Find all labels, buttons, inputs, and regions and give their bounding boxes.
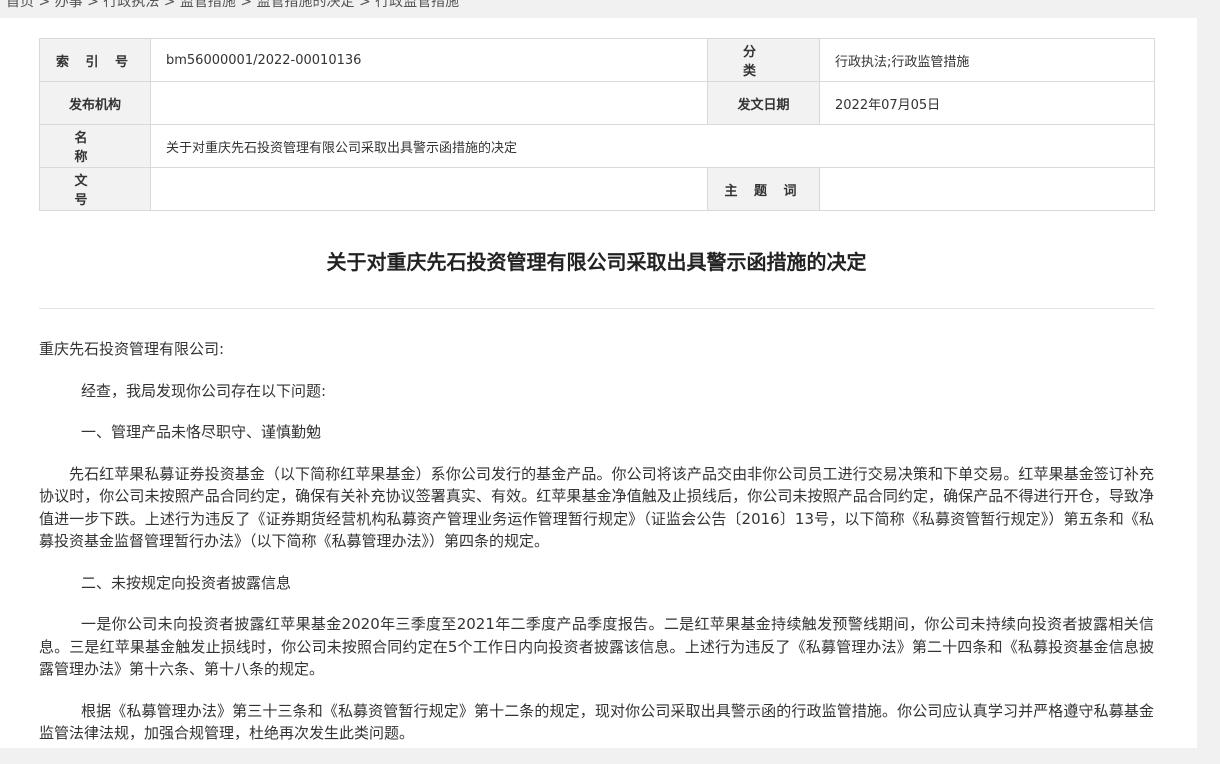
issuer-label: 发布机构 bbox=[39, 81, 151, 125]
section-paragraph-1: 先石红苹果私募证券投资基金（以下简称红苹果基金）系你公司发行的基金产品。你公司将… bbox=[39, 464, 1154, 551]
page-scrollbar[interactable] bbox=[1197, 18, 1220, 748]
issuer-value bbox=[150, 81, 708, 125]
intro-paragraph: 经查，我局发现你公司存在以下问题: bbox=[81, 381, 327, 400]
document-title: 关于对重庆先石投资管理有限公司采取出具警示函措施的决定 bbox=[326, 250, 867, 274]
date-label: 发文日期 bbox=[707, 81, 820, 125]
addressee: 重庆先石投资管理有限公司: bbox=[39, 340, 225, 358]
keywords-value bbox=[819, 167, 1155, 211]
title-divider bbox=[39, 308, 1154, 309]
category-label: 分 类 bbox=[707, 38, 820, 82]
keywords-label: 主 题 词 bbox=[707, 167, 820, 211]
metadata-table: 索 引 号 bm56000001/2022-00010136 分 类 行政执法;… bbox=[39, 38, 1155, 211]
metadata-row: 索 引 号 bm56000001/2022-00010136 分 类 行政执法;… bbox=[39, 38, 1155, 82]
breadcrumb-bar: 首页 > 办事 > 行政执法 > 监管措施 > 监管措施的决定 > 行政监管措施 bbox=[0, 0, 1220, 18]
decision-paragraph: 根据《私募管理办法》第三十三条和《私募资管暂行规定》第十二条的规定，现对你公司采… bbox=[39, 701, 1154, 743]
document-sheet: 索 引 号 bm56000001/2022-00010136 分 类 行政执法;… bbox=[0, 18, 1197, 748]
index-value: bm56000001/2022-00010136 bbox=[150, 38, 708, 82]
breadcrumb[interactable]: 首页 > 办事 > 行政执法 > 监管措施 > 监管措施的决定 > 行政监管措施 bbox=[6, 0, 459, 11]
docno-label: 文 号 bbox=[39, 167, 151, 211]
document-body: 重庆先石投资管理有限公司: 经查，我局发现你公司存在以下问题: 一、管理产品未恪… bbox=[39, 338, 1154, 764]
metadata-row: 发布机构 发文日期 2022年07月05日 bbox=[39, 81, 1155, 125]
metadata-row: 名 称 关于对重庆先石投资管理有限公司采取出具警示函措施的决定 bbox=[39, 124, 1155, 168]
index-label: 索 引 号 bbox=[39, 38, 151, 82]
section-heading-1: 一、管理产品未恪尽职守、谨慎勤勉 bbox=[81, 423, 322, 441]
section-heading-2: 二、未按规定向投资者披露信息 bbox=[81, 573, 292, 592]
category-value: 行政执法;行政监管措施 bbox=[819, 38, 1155, 82]
metadata-row: 文 号 主 题 词 bbox=[39, 167, 1155, 211]
name-value: 关于对重庆先石投资管理有限公司采取出具警示函措施的决定 bbox=[150, 124, 1155, 168]
date-value: 2022年07月05日 bbox=[819, 81, 1155, 125]
docno-value bbox=[150, 167, 708, 211]
name-label: 名 称 bbox=[39, 124, 151, 168]
section-paragraph-2: 一是你公司未向投资者披露红苹果基金2020年三季度至2021年二季度产品季度报告… bbox=[39, 615, 1154, 678]
